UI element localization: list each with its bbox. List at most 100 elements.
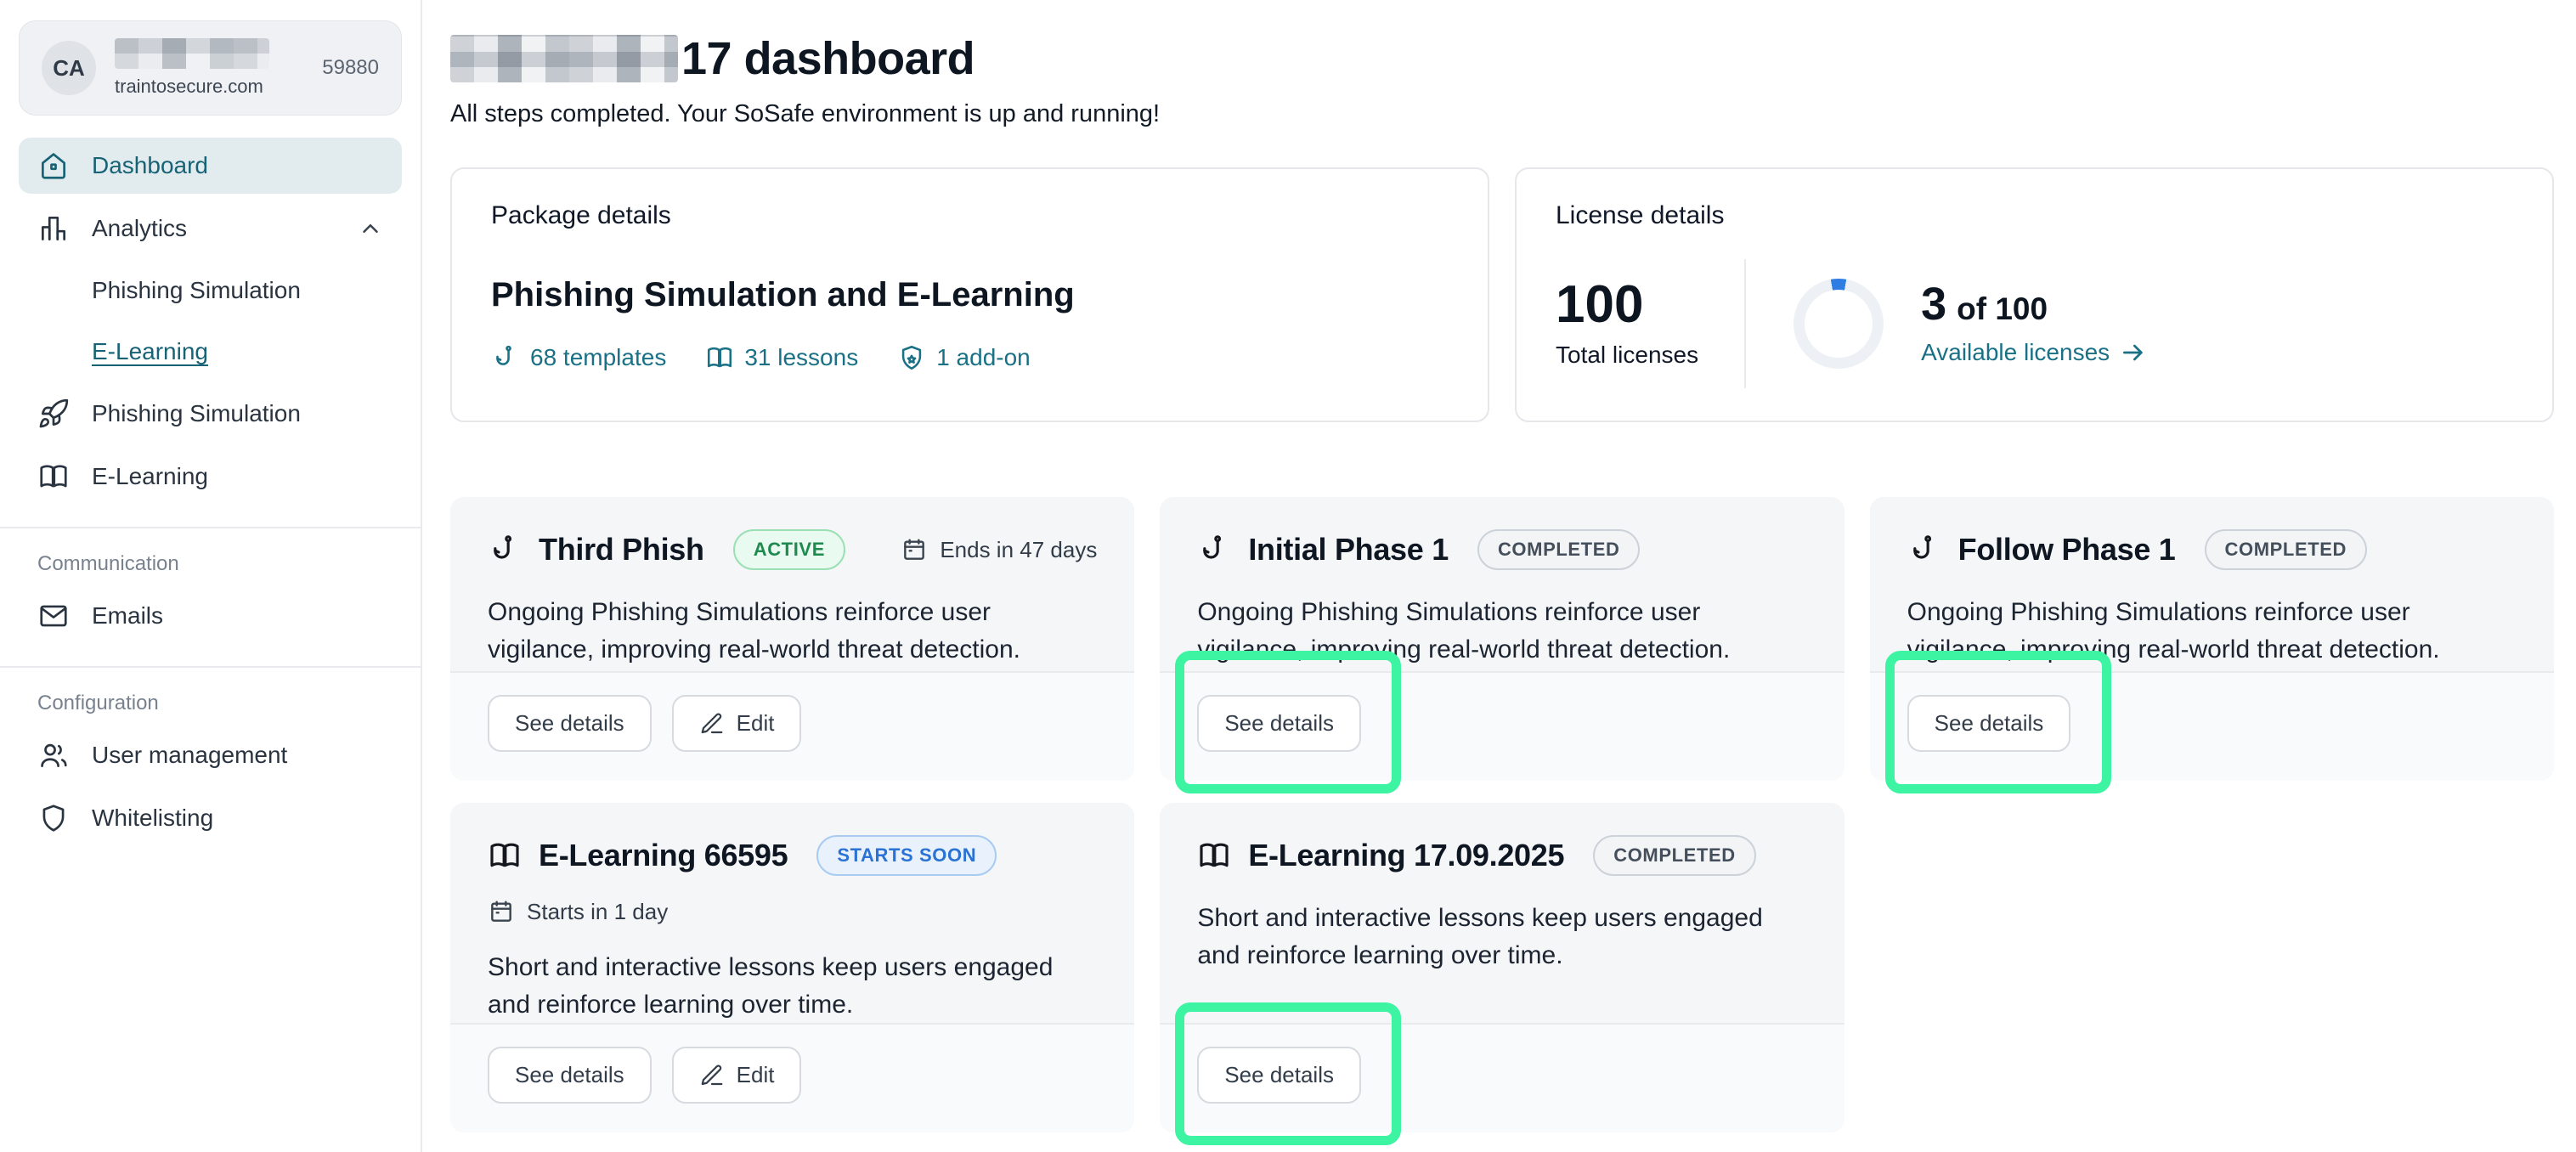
redacted-account-name xyxy=(115,38,269,69)
edit-pencil-icon xyxy=(699,1063,725,1088)
sidebar-item-whitelisting[interactable]: Whitelisting xyxy=(19,790,402,846)
license-details-card: License details 100 Total licenses 3 of … xyxy=(1515,167,2554,422)
campaign-card-elearning-17-09-2025: E-Learning 17.09.2025 COMPLETED Short an… xyxy=(1160,803,1844,1132)
avatar: CA xyxy=(42,41,96,95)
edit-button[interactable]: Edit xyxy=(672,1047,802,1104)
package-details-heading: Package details xyxy=(491,201,1449,230)
sidebar-item-elearning[interactable]: E-Learning xyxy=(19,449,402,505)
see-details-label: See details xyxy=(1935,710,2044,737)
status-badge: COMPLETED xyxy=(1477,529,1641,570)
templates-link-label: 68 templates xyxy=(530,344,666,371)
available-licenses-count: 3 xyxy=(1921,281,1946,327)
campaign-meta: Starts in 1 day xyxy=(527,899,668,925)
hook-icon xyxy=(488,533,522,567)
license-details-heading: License details xyxy=(1556,201,2513,230)
see-details-label: See details xyxy=(1224,1062,1334,1088)
campaign-card-elearning-66595: E-Learning 66595 STARTS SOON Starts in 1… xyxy=(450,803,1134,1132)
campaign-title: Follow Phase 1 xyxy=(1958,532,2176,568)
account-number: 59880 xyxy=(322,56,379,80)
page-title: 17 dashboard xyxy=(681,32,974,85)
see-details-label: See details xyxy=(1224,710,1334,737)
hook-icon xyxy=(1907,533,1941,567)
book-icon xyxy=(488,839,522,872)
page-subtitle: All steps completed. Your SoSafe environ… xyxy=(450,100,2554,128)
book-icon xyxy=(1197,839,1231,872)
see-details-button[interactable]: See details xyxy=(488,1047,652,1104)
account-card[interactable]: CA traintosecure.com 59880 xyxy=(19,20,402,116)
sidebar-item-label: Analytics xyxy=(92,215,187,242)
sidebar-item-label: User management xyxy=(92,742,287,769)
campaign-title: Initial Phase 1 xyxy=(1248,532,1449,568)
available-licenses-link[interactable]: Available licenses xyxy=(1921,339,2147,366)
rocket-icon xyxy=(37,398,70,430)
addon-link[interactable]: 1 add-on xyxy=(897,343,1031,372)
calendar-icon xyxy=(488,898,515,925)
campaign-card-follow-phase-1: Follow Phase 1 COMPLETED Ongoing Phishin… xyxy=(1870,497,2554,781)
templates-link[interactable]: 68 templates xyxy=(491,343,666,372)
campaign-description: Short and interactive lessons keep users… xyxy=(488,949,1097,1023)
campaign-description: Short and interactive lessons keep users… xyxy=(1197,900,1806,974)
envelope-icon xyxy=(37,600,70,632)
users-icon xyxy=(37,739,70,771)
edit-label: Edit xyxy=(737,710,775,737)
divider xyxy=(0,666,421,668)
redacted-title-prefix xyxy=(450,35,678,82)
sidebar-item-dashboard[interactable]: Dashboard xyxy=(19,138,402,194)
campaign-card-third-phish: Third Phish ACTIVE Ends in 47 days Ongoi… xyxy=(450,497,1134,781)
status-badge: COMPLETED xyxy=(2205,529,2368,570)
package-name: Phishing Simulation and E-Learning xyxy=(491,276,1449,314)
shield-star-icon xyxy=(897,343,926,372)
sidebar-item-label: Dashboard xyxy=(92,152,208,179)
package-details-card: Package details Phishing Simulation and … xyxy=(450,167,1489,422)
sidebar-item-label: E-Learning xyxy=(92,463,208,490)
bar-chart-icon xyxy=(37,212,70,245)
lessons-link-label: 31 lessons xyxy=(744,344,858,371)
campaign-title: E-Learning 17.09.2025 xyxy=(1248,838,1564,873)
sidebar-item-emails[interactable]: Emails xyxy=(19,588,402,644)
sidebar-item-label: Phishing Simulation xyxy=(92,400,301,427)
sidebar-item-analytics[interactable]: Analytics xyxy=(19,200,402,257)
account-domain: traintosecure.com xyxy=(115,76,303,98)
divider xyxy=(0,527,421,528)
sidebar-subitem-phishing-simulation[interactable]: Phishing Simulation xyxy=(19,263,402,318)
status-badge: COMPLETED xyxy=(1593,835,1756,876)
campaign-description: Ongoing Phishing Simulations reinforce u… xyxy=(488,594,1097,668)
sidebar: CA traintosecure.com 59880 Dashboard Ana… xyxy=(0,0,422,1152)
edit-pencil-icon xyxy=(699,711,725,737)
campaign-card-initial-phase-1: Initial Phase 1 COMPLETED Ongoing Phishi… xyxy=(1160,497,1844,781)
see-details-button[interactable]: See details xyxy=(1197,1047,1361,1104)
home-icon xyxy=(37,150,70,182)
sidebar-item-user-management[interactable]: User management xyxy=(19,727,402,783)
edit-label: Edit xyxy=(737,1062,775,1088)
total-licenses-label: Total licenses xyxy=(1556,342,1698,369)
sidebar-item-label: Whitelisting xyxy=(92,805,213,832)
sidebar-item-phishing-simulation[interactable]: Phishing Simulation xyxy=(19,386,402,442)
shield-icon xyxy=(37,802,70,834)
available-licenses-total: of 100 xyxy=(1957,291,2048,327)
total-licenses-value: 100 xyxy=(1556,279,1698,331)
sidebar-item-label: Emails xyxy=(92,602,163,630)
status-badge: ACTIVE xyxy=(733,529,845,570)
campaign-meta: Ends in 47 days xyxy=(940,537,1097,563)
lessons-link[interactable]: 31 lessons xyxy=(705,343,858,372)
book-icon xyxy=(37,460,70,493)
avatar-initials: CA xyxy=(53,55,85,82)
see-details-button[interactable]: See details xyxy=(488,695,652,752)
campaign-title: Third Phish xyxy=(539,532,704,568)
edit-button[interactable]: Edit xyxy=(672,695,802,752)
sidebar-nav: Dashboard Analytics Phishing Simulation … xyxy=(19,138,402,853)
chevron-up-icon[interactable] xyxy=(358,216,383,241)
status-badge: STARTS SOON xyxy=(816,835,997,876)
see-details-button[interactable]: See details xyxy=(1197,695,1361,752)
section-label-configuration: Configuration xyxy=(19,683,402,727)
divider xyxy=(1744,259,1746,388)
main-content: 17 dashboard All steps completed. Your S… xyxy=(422,0,2576,1152)
book-icon xyxy=(705,343,734,372)
campaign-description: Ongoing Phishing Simulations reinforce u… xyxy=(1197,594,1806,668)
sidebar-subitem-elearning[interactable]: E-Learning xyxy=(19,325,402,379)
hook-icon xyxy=(1197,533,1231,567)
license-progress-ring xyxy=(1794,279,1884,369)
addon-link-label: 1 add-on xyxy=(936,344,1031,371)
see-details-button[interactable]: See details xyxy=(1907,695,2071,752)
available-licenses-link-label: Available licenses xyxy=(1921,339,2110,366)
